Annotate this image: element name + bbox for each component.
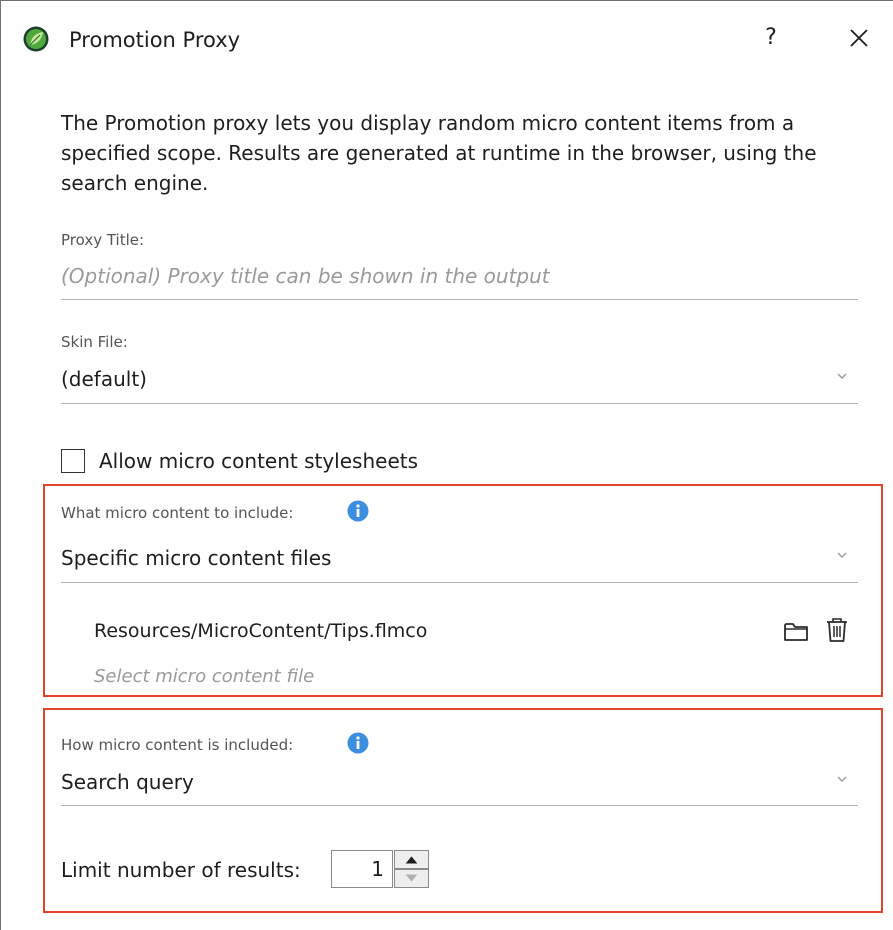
skin-file-select[interactable]: (default): [61, 365, 147, 393]
select-micro-content-file[interactable]: Select micro content file: [94, 664, 314, 690]
what-to-include-label: What micro content to include:: [61, 504, 294, 522]
proxy-title-label: Proxy Title:: [61, 231, 145, 249]
proxy-title-input[interactable]: (Optional) Proxy title can be shown in t…: [61, 262, 550, 290]
how-included-select[interactable]: Search query: [61, 768, 194, 796]
limit-results-input[interactable]: 1: [331, 850, 393, 888]
promotion-proxy-dialog: Promotion Proxy ? The Promotion proxy le…: [0, 0, 893, 930]
skin-file-underline: [61, 403, 858, 404]
trash-icon[interactable]: [824, 616, 850, 644]
title-bar: Promotion Proxy ?: [1, 1, 893, 71]
chevron-down-icon[interactable]: [835, 371, 849, 381]
window-title: Promotion Proxy: [69, 28, 241, 52]
what-to-include-underline: [61, 582, 858, 583]
skin-file-label: Skin File:: [61, 333, 128, 351]
micro-content-file-item[interactable]: Resources/MicroContent/Tips.flmco: [94, 617, 427, 645]
spin-up-icon[interactable]: [394, 850, 429, 869]
spin-down-icon[interactable]: [394, 869, 429, 888]
what-to-include-select[interactable]: Specific micro content files: [61, 544, 331, 572]
proxy-title-underline: [61, 299, 858, 300]
help-button[interactable]: ?: [758, 23, 784, 53]
dialog-description: The Promotion proxy lets you display ran…: [61, 111, 817, 195]
allow-stylesheets-checkbox[interactable]: [61, 449, 85, 473]
limit-results-label: Limit number of results:: [61, 858, 301, 882]
info-icon[interactable]: [347, 732, 369, 754]
folder-icon[interactable]: [783, 619, 809, 643]
how-included-label: How micro content is included:: [61, 736, 294, 754]
how-included-underline: [61, 805, 858, 806]
allow-stylesheets-label: Allow micro content stylesheets: [99, 449, 419, 473]
info-icon[interactable]: [347, 500, 369, 522]
close-icon[interactable]: [844, 23, 874, 53]
chevron-down-icon[interactable]: [835, 774, 849, 784]
chevron-down-icon[interactable]: [835, 550, 849, 560]
app-logo-icon: [23, 26, 49, 52]
